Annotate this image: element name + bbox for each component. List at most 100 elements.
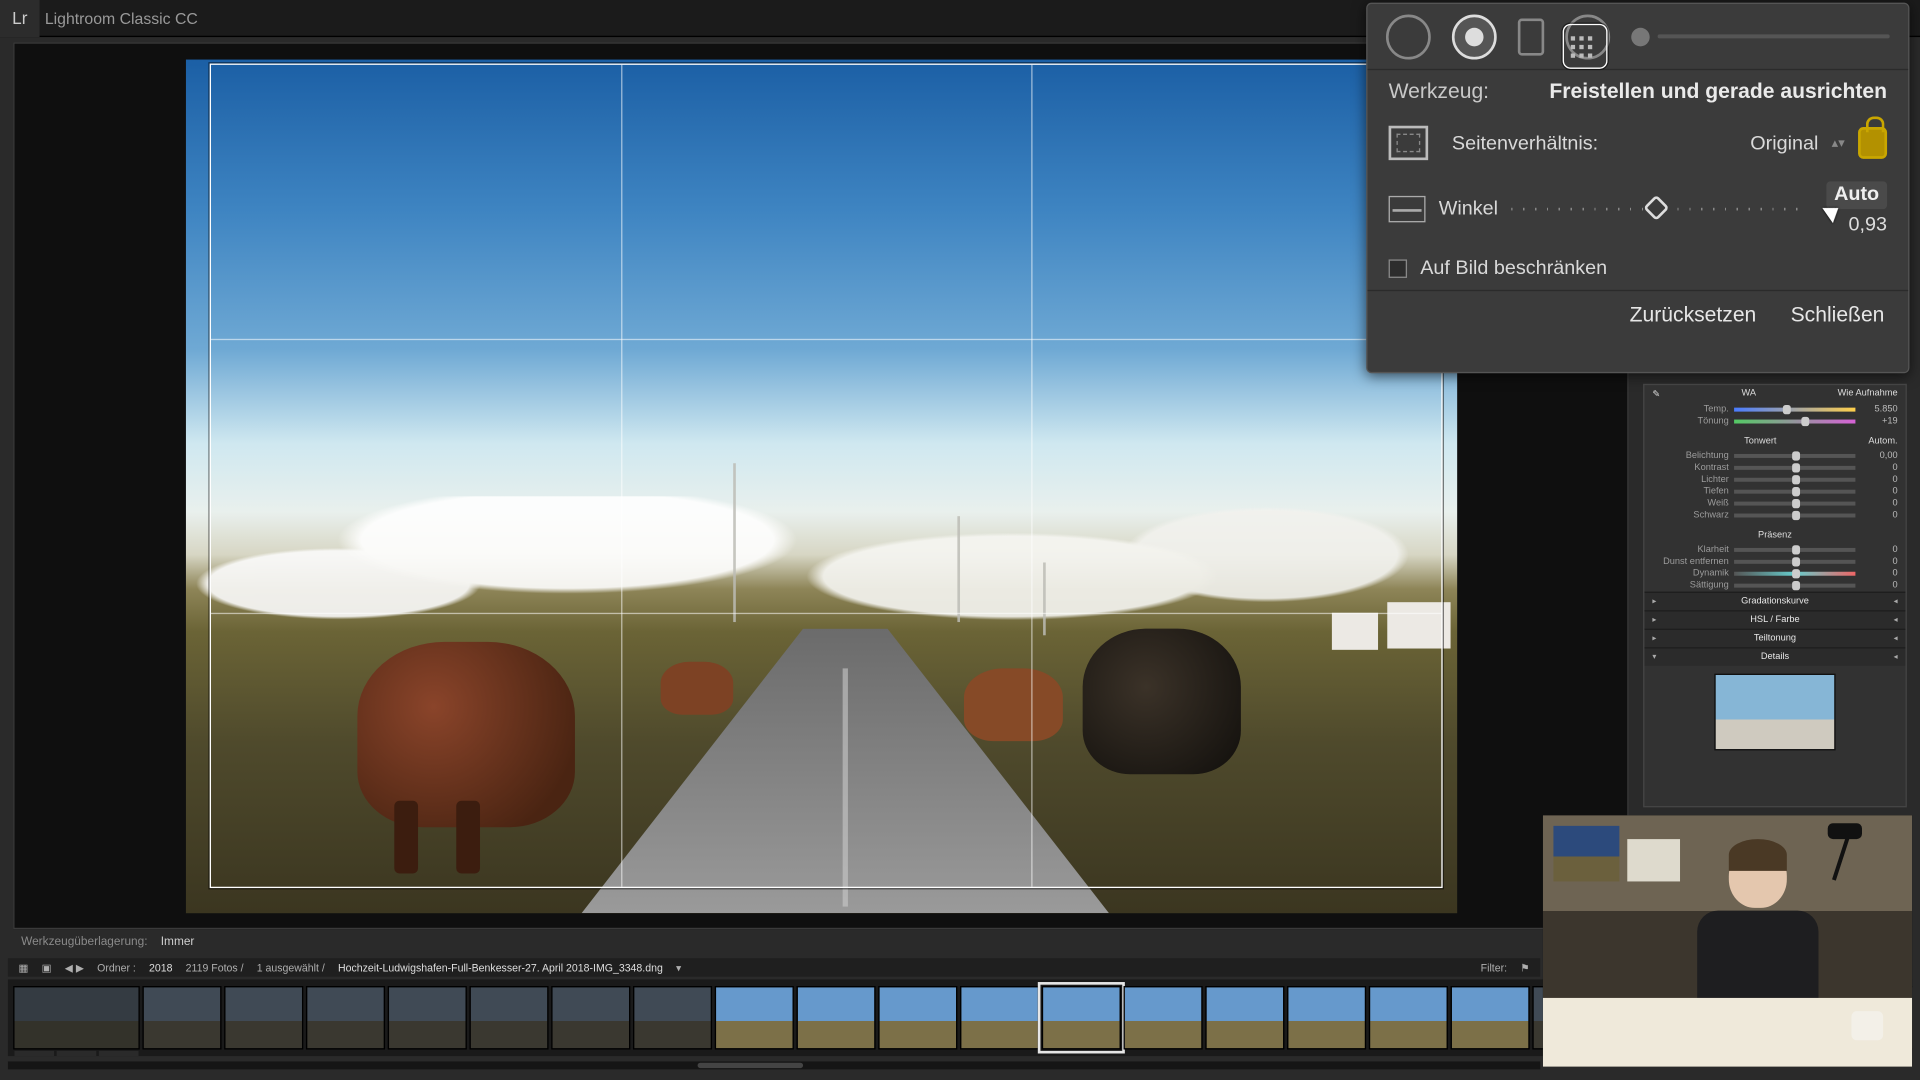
filmstrip-thumb[interactable]: [1205, 986, 1284, 1050]
angle-label: Winkel: [1439, 197, 1498, 219]
filter-label: Filter:: [1481, 962, 1507, 974]
eyedropper-icon[interactable]: ✎: [1652, 389, 1660, 400]
crop-tool-icon[interactable]: [1563, 24, 1608, 69]
clarity-slider[interactable]: Klarheit 0: [1644, 544, 1905, 556]
angle-auto-button[interactable]: Auto: [1826, 181, 1887, 208]
slider-value[interactable]: 0: [1861, 581, 1898, 590]
aspect-ratio-icon[interactable]: [1389, 126, 1429, 160]
slider-label: Lichter: [1663, 475, 1729, 484]
scrollbar-thumb[interactable]: [697, 1063, 802, 1068]
filmstrip-thumb[interactable]: [1124, 986, 1203, 1050]
section-split-toning[interactable]: ▸Teiltonung◂: [1644, 629, 1905, 648]
grid-view-icon[interactable]: ▦: [18, 962, 28, 974]
filmstrip-thumb[interactable]: [715, 986, 794, 1050]
close-button[interactable]: Schließen: [1791, 304, 1885, 328]
slider-label: Dynamik: [1663, 569, 1729, 578]
slider-label: Tönung: [1663, 417, 1729, 426]
slider-label: Klarheit: [1663, 545, 1729, 554]
aspect-value[interactable]: Original: [1750, 132, 1818, 154]
aspect-lock-icon[interactable]: [1858, 127, 1887, 159]
chevron-updown-icon[interactable]: ▴▾: [1832, 136, 1845, 151]
slider-value[interactable]: 0: [1861, 511, 1898, 520]
tone-auto-button[interactable]: Autom.: [1868, 437, 1897, 446]
dehaze-slider[interactable]: Dunst entfernen 0: [1644, 556, 1905, 568]
section-detail[interactable]: ▾Details◂: [1644, 647, 1905, 666]
slider-value[interactable]: 5.850: [1861, 405, 1898, 414]
vibrance-slider[interactable]: Dynamik 0: [1644, 568, 1905, 580]
whites-slider[interactable]: Weiß 0: [1644, 498, 1905, 510]
angle-value[interactable]: 0,93: [1849, 214, 1888, 236]
slider-value[interactable]: 0: [1861, 545, 1898, 554]
develop-basic-panel: ✎ WA Wie Aufnahme Temp. 5.850 Tönung +19…: [1643, 384, 1907, 808]
filmstrip-thumb[interactable]: [388, 986, 467, 1050]
filmstrip-thumb[interactable]: [469, 986, 548, 1050]
filter-flag-icon[interactable]: ⚑: [1520, 962, 1529, 974]
angle-slider[interactable]: [1511, 197, 1802, 221]
filmstrip-thumb[interactable]: [306, 986, 385, 1050]
filmstrip-thumb[interactable]: [960, 986, 1039, 1050]
secondary-display-icon[interactable]: ▣: [42, 962, 52, 974]
webcam-monitor: [1553, 826, 1619, 882]
mask-opacity-slider[interactable]: [1631, 27, 1889, 46]
filmstrip-header: ▦ ▣ ◀ ▶ Ordner : 2018 2119 Fotos / 1 aus…: [8, 958, 1540, 977]
filmstrip-thumb[interactable]: [142, 986, 221, 1050]
overlay-mode-value[interactable]: Immer: [161, 934, 195, 947]
slider-value[interactable]: 0,00: [1861, 451, 1898, 460]
wb-abbrev: WA: [1742, 389, 1757, 400]
redeye-icon[interactable]: [1452, 14, 1497, 59]
filmstrip-thumb[interactable]: [1451, 986, 1530, 1050]
slider-value[interactable]: 0: [1861, 475, 1898, 484]
grid-line: [1031, 65, 1032, 887]
crop-overlay[interactable]: [210, 64, 1443, 889]
slider-value[interactable]: 0: [1861, 557, 1898, 566]
slider-value[interactable]: 0: [1861, 499, 1898, 508]
contrast-slider[interactable]: Kontrast0: [1644, 462, 1905, 474]
filmstrip-thumb[interactable]: [633, 986, 712, 1050]
filmstrip-thumb-selected[interactable]: [1042, 986, 1121, 1050]
filmstrip-thumb[interactable]: [224, 986, 303, 1050]
filmstrip-thumb[interactable]: [1369, 986, 1448, 1050]
straighten-icon[interactable]: [1389, 195, 1426, 221]
filmstrip-thumb[interactable]: [878, 986, 957, 1050]
highlights-slider[interactable]: Lichter 0: [1644, 474, 1905, 486]
saturation-slider[interactable]: Sättigung0: [1644, 580, 1905, 592]
filmstrip-thumb[interactable]: [551, 986, 630, 1050]
current-filename: Hochzeit-Ludwigshafen-Full-Benkesser-27.…: [338, 962, 663, 974]
slider-value[interactable]: +19: [1861, 417, 1898, 426]
constrain-to-image-checkbox[interactable]: [1389, 259, 1407, 278]
slider-label: Dunst entfernen: [1663, 557, 1729, 566]
loupe-toolbar: Werkzeugüberlagerung: Immer: [13, 932, 1540, 951]
slider-label: Temp.: [1663, 405, 1729, 414]
slider-value[interactable]: 0: [1861, 487, 1898, 496]
constrain-label: Auf Bild beschränken: [1420, 257, 1607, 279]
app-logo: Lr: [0, 0, 40, 36]
filmstrip-scrollbar[interactable]: [8, 1061, 1540, 1069]
photo-count: 2119 Fotos /: [186, 962, 244, 974]
wb-preset-value[interactable]: Wie Aufnahme: [1838, 389, 1898, 400]
tone-title: Tonwert: [1744, 437, 1776, 446]
slider-value[interactable]: 0: [1861, 463, 1898, 472]
reset-button[interactable]: Zurücksetzen: [1630, 304, 1757, 328]
window-resize-notch[interactable]: [949, 0, 970, 13]
section-tone-curve[interactable]: ▸Gradationskurve◂: [1644, 592, 1905, 611]
spot-removal-icon[interactable]: [1386, 14, 1431, 59]
filmstrip-thumb[interactable]: [13, 986, 140, 1050]
section-hsl[interactable]: ▸HSL / Farbe◂: [1644, 610, 1905, 629]
webcam-monitor: [1627, 839, 1680, 881]
slider-value[interactable]: 0: [1861, 569, 1898, 578]
shadows-slider[interactable]: Tiefen0: [1644, 486, 1905, 498]
blacks-slider[interactable]: Schwarz0: [1644, 510, 1905, 522]
tint-slider[interactable]: Tönung +19: [1644, 416, 1905, 428]
filmstrip-thumb[interactable]: [796, 986, 875, 1050]
tool-strip: [1367, 4, 1908, 70]
grid-line: [211, 613, 1441, 614]
detail-preview[interactable]: [1714, 674, 1835, 751]
angle-slider-thumb[interactable]: [1644, 194, 1670, 220]
exposure-slider[interactable]: Belichtung0,00: [1644, 450, 1905, 462]
graduated-filter-icon[interactable]: [1518, 18, 1544, 55]
folder-value[interactable]: 2018: [149, 962, 172, 974]
filmstrip-thumb[interactable]: [1287, 986, 1366, 1050]
temp-slider[interactable]: Temp. 5.850: [1644, 404, 1905, 416]
slider-label: Weiß: [1663, 499, 1729, 508]
grid-line: [211, 339, 1441, 340]
